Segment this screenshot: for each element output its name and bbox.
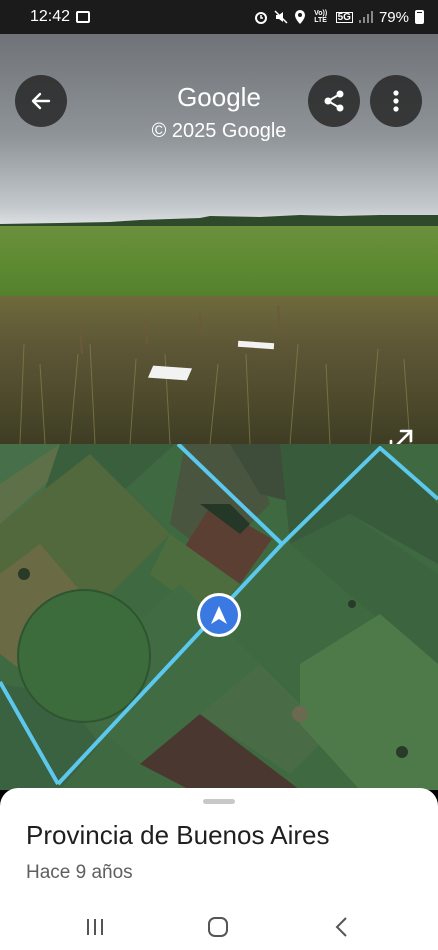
home-icon: [208, 917, 228, 937]
network-label: 5G: [335, 11, 353, 23]
street-view-panel[interactable]: Google © 2025 Google: [0, 34, 438, 444]
home-button[interactable]: [206, 916, 230, 938]
status-icons: Vo)) LTE 5G 79%: [254, 9, 424, 26]
status-bar: 12:42 Vo)) LTE 5G 79%: [0, 0, 438, 34]
system-navigation-bar: [0, 898, 438, 950]
recents-icon: [87, 919, 103, 935]
alarm-icon: [254, 12, 267, 24]
grass-texture: [19, 305, 411, 444]
chevron-left-icon: [335, 917, 347, 937]
expand-icon: [389, 429, 413, 444]
copyright-text: © 2025 Google: [151, 120, 287, 142]
location-icon: [294, 10, 305, 24]
drag-handle[interactable]: [203, 799, 235, 804]
tree-line: [0, 215, 438, 226]
system-back-button[interactable]: [330, 916, 354, 938]
more-vert-icon: [393, 90, 399, 112]
status-time: 12:42: [30, 8, 71, 25]
navigation-marker[interactable]: [197, 593, 241, 637]
share-button[interactable]: [308, 75, 360, 127]
battery-icon: [415, 10, 424, 24]
recents-button[interactable]: [83, 916, 107, 938]
navigation-arrow-icon: [211, 606, 227, 624]
capture-age: Hace 9 años: [26, 862, 133, 883]
more-options-button[interactable]: [370, 75, 422, 127]
mute-icon: [274, 10, 288, 24]
share-icon: [324, 90, 344, 112]
signal-icon: [358, 11, 373, 23]
image-icon: [76, 11, 91, 23]
battery-percent: 79%: [378, 8, 409, 26]
expand-button[interactable]: [384, 424, 418, 444]
place-title: Provincia de Buenos Aires: [26, 820, 330, 850]
place-bottom-sheet[interactable]: Provincia de Buenos Aires Hace 9 años: [0, 788, 438, 950]
satellite-map[interactable]: [0, 444, 438, 790]
volte-label: Vo)) LTE: [314, 10, 328, 24]
